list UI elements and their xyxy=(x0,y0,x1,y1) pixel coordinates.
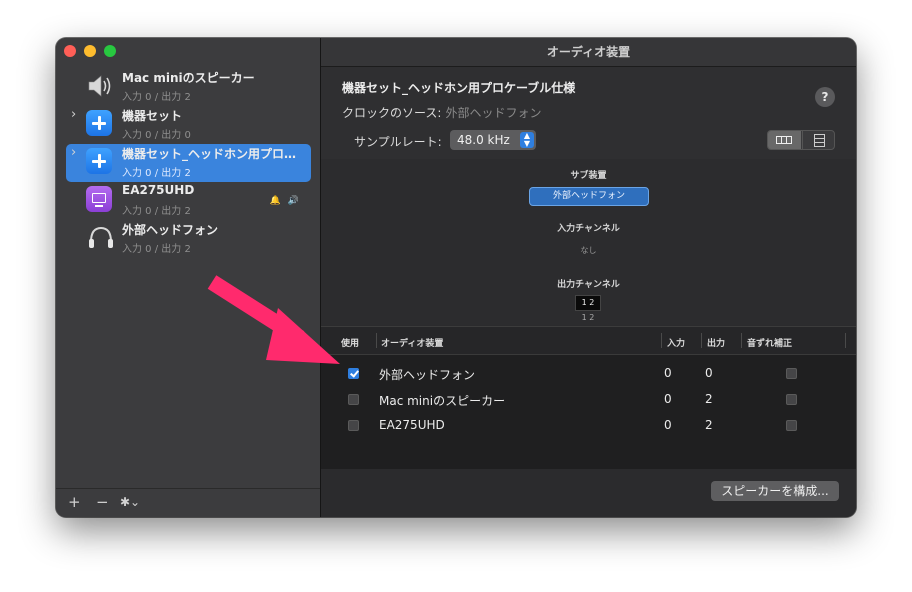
minimize-button[interactable] xyxy=(84,45,96,57)
table-row[interactable]: Mac miniのスピーカー 0 2 xyxy=(321,387,856,413)
subdevice-label: サブ装置 xyxy=(570,171,607,181)
device-cell: Mac miniのスピーカー xyxy=(379,394,506,408)
audio-devices-window: Mac miniのスピーカー 入力 0 / 出力 2 › 機器セット 入力 0 … xyxy=(56,38,856,517)
sample-rate-value: 48.0 kHz xyxy=(457,133,510,147)
use-checkbox[interactable] xyxy=(348,420,359,431)
device-header: 機器セット_ヘッドホン用プロケーブル仕様 クロックのソース: 外部ヘッドフォン ?… xyxy=(321,67,856,159)
output-cell: 0 xyxy=(705,366,713,380)
close-button[interactable] xyxy=(64,45,76,57)
display-icon xyxy=(86,186,114,214)
output-channel-numbers: 1 2 xyxy=(581,313,595,322)
device-io: 入力 0 / 出力 2 xyxy=(122,92,191,103)
column-header-input[interactable]: 入力 xyxy=(667,336,685,349)
device-title: 機器セット_ヘッドホン用プロケーブル仕様 xyxy=(342,81,576,95)
device-cell: EA275UHD xyxy=(379,418,445,432)
input-channels-value: なし xyxy=(580,246,597,255)
subdevice-table: 使用 オーディオ装置 入力 出力 音ずれ補正 外部ヘッドフォン 0 0 Mac … xyxy=(321,326,856,469)
sidebar-item-aggregate-1[interactable]: › 機器セット 入力 0 / 出力 0 xyxy=(66,106,311,144)
device-cell: 外部ヘッドフォン xyxy=(379,368,476,382)
drift-correction-checkbox[interactable] xyxy=(786,368,797,379)
table-row[interactable]: EA275UHD 0 2 xyxy=(321,413,856,439)
output-channels-label: 出力チャンネル xyxy=(557,280,620,290)
drift-correction-checkbox[interactable] xyxy=(786,420,797,431)
device-io: 入力 0 / 出力 2 xyxy=(122,244,191,255)
clock-source-value: 外部ヘッドフォン xyxy=(445,106,542,120)
zoom-button[interactable] xyxy=(104,45,116,57)
sample-rate-select[interactable]: 48.0 kHz ▲ ▼ xyxy=(450,130,536,150)
output-cell: 2 xyxy=(705,392,713,406)
subdevice-chip[interactable]: 外部ヘッドフォン xyxy=(529,187,649,206)
disclosure-chevron-icon[interactable]: › xyxy=(71,108,76,122)
window-controls xyxy=(64,45,116,57)
clock-source-label: クロックのソース: xyxy=(342,106,442,120)
column-header-output[interactable]: 出力 xyxy=(707,336,725,349)
device-detail-panel: オーディオ装置 機器セット_ヘッドホン用プロケーブル仕様 クロックのソース: 外部… xyxy=(321,38,856,517)
device-name: 機器セット xyxy=(122,109,183,123)
disclosure-chevron-icon[interactable]: › xyxy=(71,146,76,160)
drift-correction-checkbox[interactable] xyxy=(786,394,797,405)
sidebar-item-mac-mini-speaker[interactable]: Mac miniのスピーカー 入力 0 / 出力 2 xyxy=(66,68,311,106)
aggregate-graph: サブ装置 外部ヘッドフォン 入力チャンネル なし 出力チャンネル 1 2 1 2 xyxy=(321,159,856,325)
output-channel-box[interactable]: 1 2 xyxy=(575,295,601,311)
default-device-status-icon: 🔔 🔊 xyxy=(269,196,301,206)
device-io: 入力 0 / 出力 0 xyxy=(122,130,191,141)
aggregate-device-icon xyxy=(86,110,114,138)
rows-view-icon[interactable] xyxy=(802,131,834,149)
columns-view-icon[interactable] xyxy=(768,131,801,149)
annotation-arrow-icon xyxy=(207,275,340,364)
device-io: 入力 0 / 出力 2 xyxy=(122,206,191,217)
input-cell: 0 xyxy=(664,366,672,380)
gear-menu-button[interactable]: ✱⌄ xyxy=(120,495,140,509)
panel-footer: スピーカーを構成... xyxy=(321,469,856,517)
updown-chevron-icon: ▲ ▼ xyxy=(520,132,534,148)
column-header-device[interactable]: オーディオ装置 xyxy=(381,336,443,349)
device-name: Mac miniのスピーカー xyxy=(122,71,255,85)
table-row[interactable]: 外部ヘッドフォン 0 0 xyxy=(321,361,856,387)
sidebar-item-ea275uhd[interactable]: EA275UHD 入力 0 / 出力 2 🔔 🔊 xyxy=(66,182,311,220)
device-io: 入力 0 / 出力 2 xyxy=(122,168,191,179)
output-cell: 2 xyxy=(705,418,713,432)
device-name: 機器セット_ヘッドホン用プロ… xyxy=(122,147,297,161)
input-channels-label: 入力チャンネル xyxy=(557,224,620,234)
sidebar-footer: + − ✱⌄ xyxy=(56,488,320,517)
sidebar-item-aggregate-headphones[interactable]: › 機器セット_ヘッドホン用プロ… 入力 0 / 出力 2 xyxy=(66,144,311,182)
speaker-icon xyxy=(86,72,114,100)
sample-rate-label: サンプルレート: xyxy=(354,135,442,149)
remove-device-button[interactable]: − xyxy=(96,493,109,511)
headphones-icon xyxy=(86,224,114,252)
table-header: 使用 オーディオ装置 入力 出力 音ずれ補正 xyxy=(321,327,856,355)
column-header-drift[interactable]: 音ずれ補正 xyxy=(747,336,792,349)
input-cell: 0 xyxy=(664,418,672,432)
window-title: オーディオ装置 xyxy=(321,38,856,67)
add-device-button[interactable]: + xyxy=(68,493,81,511)
help-button[interactable]: ? xyxy=(815,87,835,107)
view-mode-toggle[interactable] xyxy=(767,130,835,150)
aggregate-device-icon xyxy=(86,148,114,176)
device-name: EA275UHD xyxy=(122,183,195,197)
use-checkbox[interactable] xyxy=(348,394,359,405)
sidebar-item-external-headphones[interactable]: 外部ヘッドフォン 入力 0 / 出力 2 xyxy=(66,220,311,258)
clock-source: クロックのソース: 外部ヘッドフォン xyxy=(342,104,541,121)
input-cell: 0 xyxy=(664,392,672,406)
configure-speakers-button[interactable]: スピーカーを構成... xyxy=(711,481,839,501)
device-name: 外部ヘッドフォン xyxy=(122,223,219,237)
